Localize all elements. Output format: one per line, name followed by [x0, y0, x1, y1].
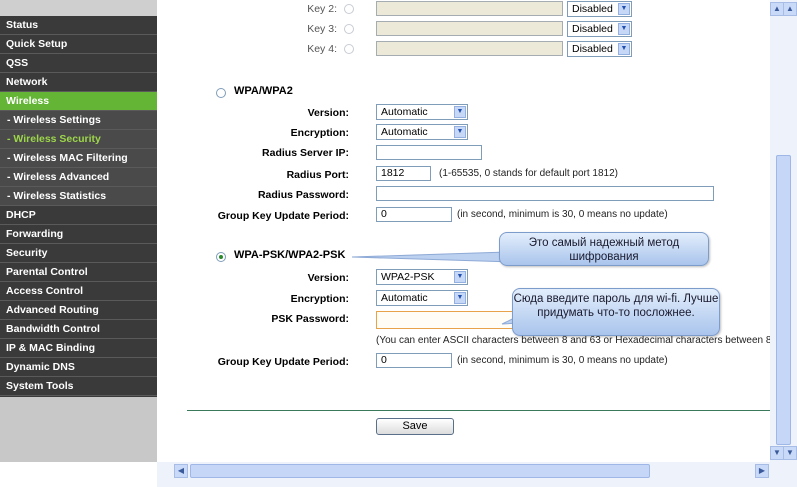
sidebar-item-security[interactable]: Security — [0, 244, 157, 263]
vertical-scrollbar[interactable]: ▲ ▲ ▼ ▼ — [770, 0, 797, 462]
sidebar-item-system-tools[interactable]: System Tools — [0, 377, 157, 396]
sidebar-item-forwarding[interactable]: Forwarding — [0, 225, 157, 244]
horizontal-scrollbar[interactable]: ◀ ▶ — [157, 462, 797, 487]
sidebar-top-spacer — [0, 0, 157, 16]
sidebar-item-wireless-mac-filtering[interactable]: - Wireless MAC Filtering — [0, 149, 157, 168]
vertical-scroll-thumb[interactable] — [776, 155, 791, 445]
sidebar-item-dhcp[interactable]: DHCP — [0, 206, 157, 225]
sidebar-item-wireless-settings[interactable]: - Wireless Settings — [0, 111, 157, 130]
sidebar-item-wireless[interactable]: Wireless — [0, 92, 157, 111]
scroll-down-icon[interactable]: ▼ — [770, 446, 784, 460]
sidebar-item-wireless-statistics[interactable]: - Wireless Statistics — [0, 187, 157, 206]
callout-security-pointer — [351, 251, 513, 263]
sidebar-menu: Status Quick Setup QSS Network Wireless … — [0, 0, 157, 462]
scroll-left-icon[interactable]: ◀ — [174, 464, 188, 478]
sidebar-item-dynamic-dns[interactable]: Dynamic DNS — [0, 358, 157, 377]
sidebar-item-ip-mac-binding[interactable]: IP & MAC Binding — [0, 339, 157, 358]
sidebar-item-wireless-security[interactable]: - Wireless Security — [0, 130, 157, 149]
sidebar-item-parental-control[interactable]: Parental Control — [0, 263, 157, 282]
scroll-up-icon[interactable]: ▲ — [770, 2, 784, 16]
main-content: Key 2: Disabled ▼ Key 3: Disabled ▼ Key 4:… — [157, 0, 770, 462]
scroll-down-icon-2[interactable]: ▼ — [783, 446, 797, 460]
sidebar-item-quick-setup[interactable]: Quick Setup — [0, 35, 157, 54]
sidebar-item-bandwidth-control[interactable]: Bandwidth Control — [0, 320, 157, 339]
sidebar-item-access-control[interactable]: Access Control — [0, 282, 157, 301]
scroll-up-icon-2[interactable]: ▲ — [783, 2, 797, 16]
callout-password-note: Сюда введите пароль для wi-fi. Лучше при… — [512, 288, 720, 336]
callout-security-note: Это самый надежный метод шифрования — [499, 232, 709, 266]
sidebar-item-status[interactable]: Status — [0, 16, 157, 35]
sidebar-item-advanced-routing[interactable]: Advanced Routing — [0, 301, 157, 320]
horizontal-scroll-thumb[interactable] — [190, 464, 650, 478]
sidebar-item-wireless-advanced[interactable]: - Wireless Advanced — [0, 168, 157, 187]
sidebar-item-network[interactable]: Network — [0, 73, 157, 92]
callout-pointers — [351, 251, 538, 325]
sidebar-empty-area — [0, 397, 157, 462]
sidebar-item-qss[interactable]: QSS — [0, 54, 157, 73]
scroll-right-icon[interactable]: ▶ — [755, 464, 769, 478]
